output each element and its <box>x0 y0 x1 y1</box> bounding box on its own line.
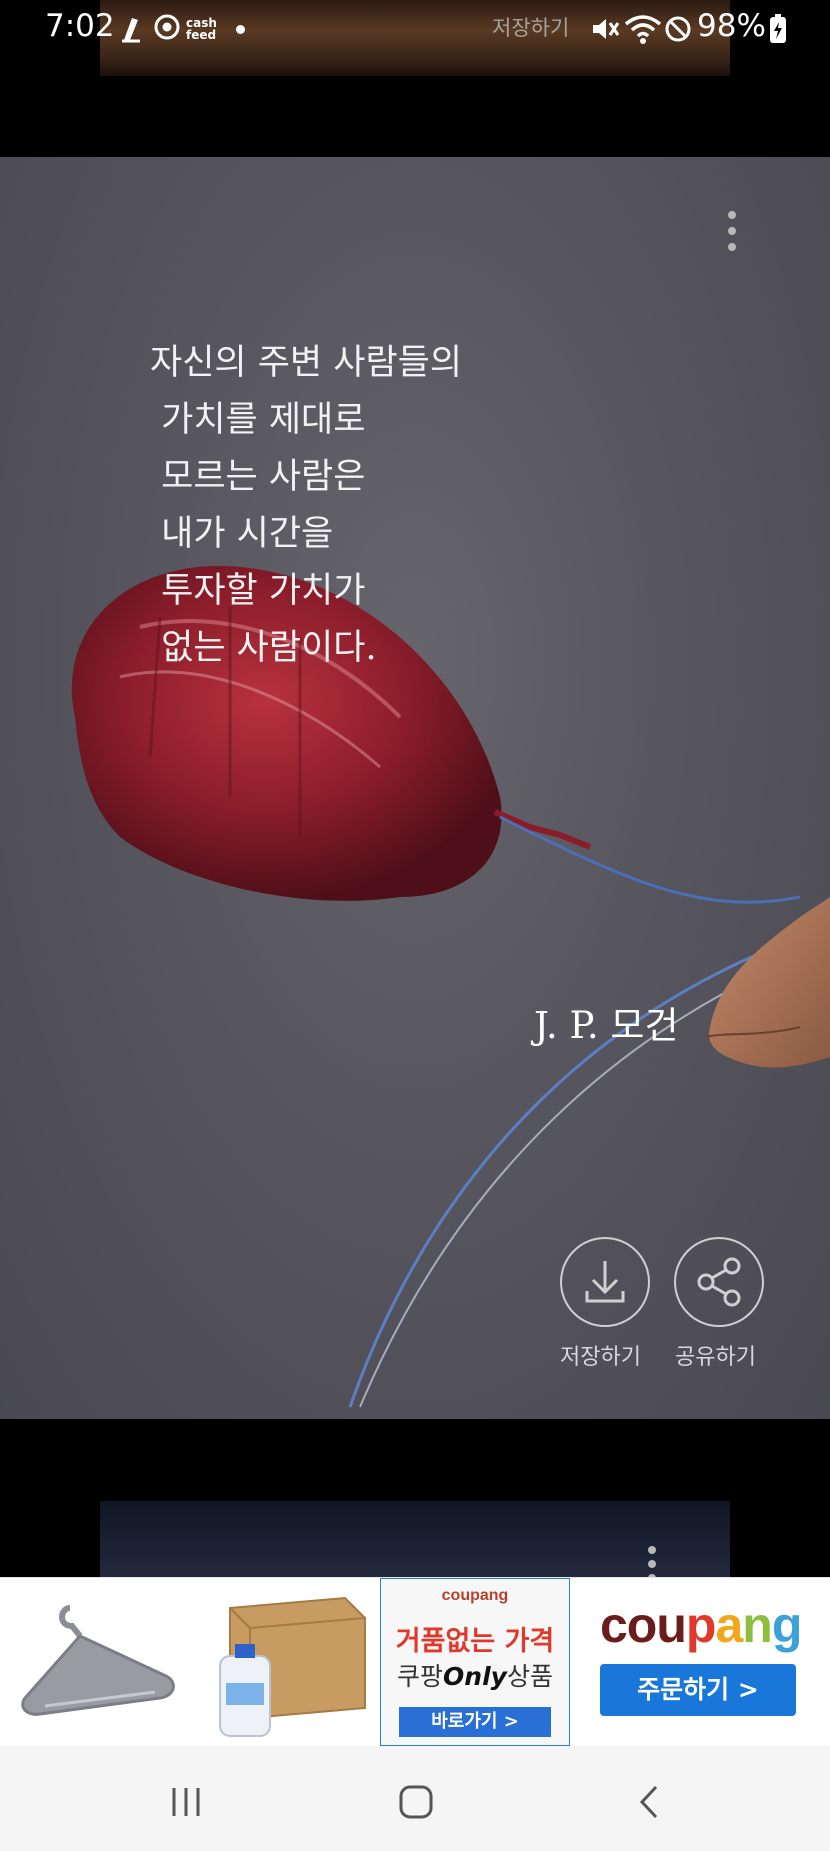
app-notification-icon <box>118 14 146 51</box>
save-label[interactable]: 저장하기 <box>560 1339 641 1371</box>
promo-line-1: 거품없는 가격 <box>395 1626 555 1657</box>
navigation-bar <box>0 1746 830 1851</box>
ad-coupang-promo[interactable]: coupang 거품없는 가격 쿠팡Only상품 바로가기 > <box>380 1578 570 1746</box>
promo-brand: coupang <box>441 1587 509 1604</box>
share-button[interactable] <box>674 1237 764 1327</box>
ad-product-detergent[interactable] <box>190 1578 381 1746</box>
promo-line-2-suffix: 상품 <box>506 1662 553 1691</box>
home-icon <box>399 1785 433 1819</box>
hanger-image <box>21 1605 175 1716</box>
quote-author: J. P. 모건 <box>534 1004 679 1047</box>
ad-product-hanger[interactable] <box>0 1578 191 1746</box>
promo-line-2: 쿠팡Only상품 <box>381 1657 569 1693</box>
status-time: 7:02 <box>45 8 115 44</box>
share-icon <box>697 1257 741 1307</box>
chrome-notification-icon <box>154 14 180 47</box>
share-label[interactable]: 공유하기 <box>675 1339 756 1371</box>
next-card-sliver[interactable] <box>100 1501 730 1581</box>
download-icon <box>585 1261 625 1303</box>
ghost-label: 저장하기 <box>492 16 570 40</box>
order-button[interactable]: 주문하기 > <box>600 1664 796 1716</box>
more-notifications-dot <box>236 25 245 34</box>
ad-banner[interactable]: coupang 거품없는 가격 쿠팡Only상품 바로가기 > coupang … <box>0 1577 830 1746</box>
promo-line-2-only: Only <box>443 1662 507 1691</box>
promo-go-button[interactable]: 바로가기 > <box>399 1707 551 1737</box>
recent-apps-button[interactable] <box>168 1784 204 1824</box>
ad-coupang-brand[interactable]: coupang 주문하기 > <box>570 1578 830 1746</box>
cashfeed-notification-icon: cash feed <box>186 16 217 42</box>
battery-percent: 98% <box>697 8 766 44</box>
mute-icon <box>590 14 620 51</box>
save-button[interactable] <box>560 1237 650 1327</box>
do-not-disturb-icon <box>664 14 692 51</box>
recent-apps-icon <box>172 1788 200 1816</box>
card-menu-button[interactable] <box>720 209 744 253</box>
battery-charging-icon <box>769 14 787 48</box>
quote-text: 자신의 주변 사람들의 가치를 제대로 모르는 사람은 내가 시간을 투자할 가… <box>150 343 463 668</box>
coupang-logo: coupang <box>600 1597 802 1653</box>
detergent-image <box>219 1596 366 1737</box>
wifi-icon <box>624 14 662 51</box>
home-button[interactable] <box>398 1784 434 1824</box>
back-icon <box>639 1785 658 1819</box>
quote-card[interactable]: 자신의 주변 사람들의 가치를 제대로 모르는 사람은 내가 시간을 투자할 가… <box>0 157 830 1419</box>
promo-line-2-prefix: 쿠팡 <box>397 1662 444 1691</box>
back-button[interactable] <box>632 1784 668 1824</box>
